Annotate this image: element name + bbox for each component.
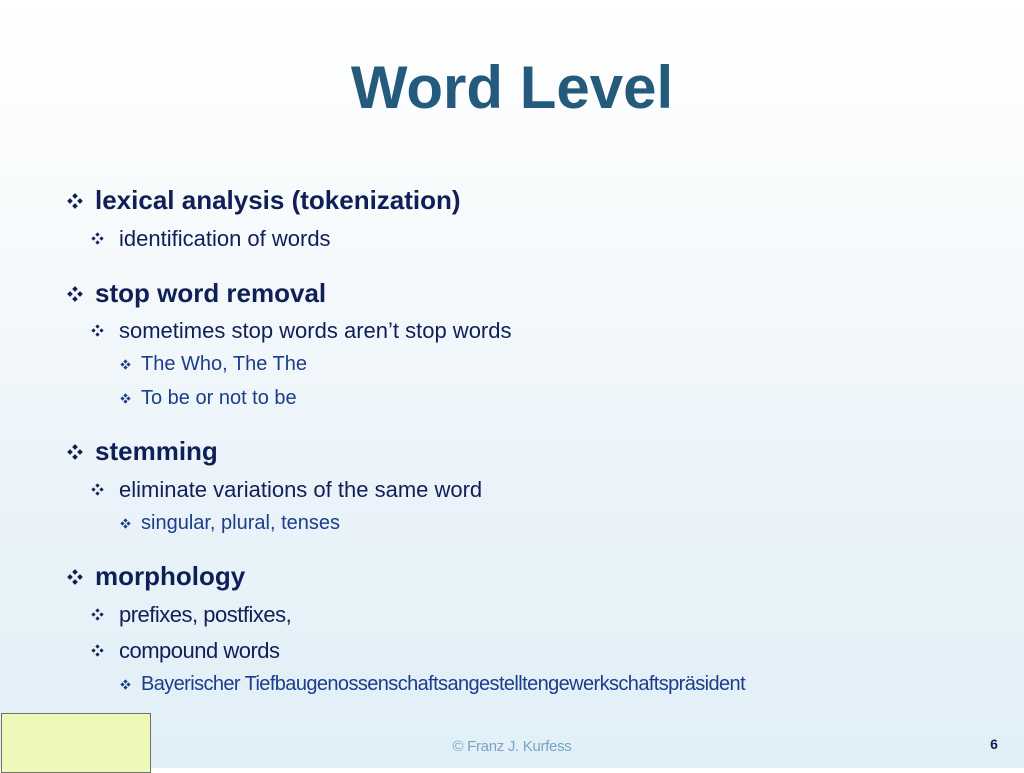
bullet-morphology: morphology	[67, 561, 246, 592]
slide-title: Word Level	[350, 54, 674, 121]
diamond-bullet-icon	[67, 568, 83, 585]
bullet-text: lexical analysis (tokenization)	[95, 185, 461, 215]
sub-bullet-prefixes-postfixes: prefixes, postfixes,	[91, 602, 292, 628]
sub-bullet-text: identification of words	[119, 226, 331, 251]
sub-sub-bullet-to-be: To be or not to be	[120, 387, 297, 410]
sub-sub-bullet-text: To be or not to be	[141, 387, 297, 409]
bullet-text: stop word removal	[95, 278, 327, 308]
sub-bullet-text: compound words	[119, 638, 280, 663]
sub-bullet-identification: identification of words	[91, 226, 331, 252]
diamond-bullet-icon	[91, 483, 104, 496]
sub-sub-bullet-text: singular, plural, tenses	[141, 512, 341, 534]
diamond-bullet-icon	[67, 192, 83, 209]
sub-bullet-compound-words: compound words	[91, 638, 280, 664]
sub-sub-bullet-text: Bayerischer Tiefbaugenossenschaftsangest…	[141, 673, 746, 695]
bullet-lexical-analysis: lexical analysis (tokenization)	[67, 185, 461, 216]
diamond-bullet-icon	[91, 232, 104, 245]
diamond-bullet-icon	[91, 324, 104, 337]
sub-sub-bullet-the-who: The Who, The The	[120, 353, 308, 376]
diamond-bullet-icon	[67, 285, 83, 302]
sub-sub-bullet-compound-example: Bayerischer Tiefbaugenossenschaftsangest…	[120, 673, 746, 696]
sub-bullet-text: sometimes stop words aren’t stop words	[119, 318, 512, 343]
bullet-text: stemming	[95, 436, 218, 466]
sub-sub-bullet-singular-plural: singular, plural, tenses	[120, 512, 341, 535]
footer-copyright: © Franz J. Kurfess	[452, 738, 572, 755]
diamond-bullet-icon	[120, 517, 131, 529]
bullet-stemming: stemming	[67, 436, 218, 467]
page-number: 6	[990, 736, 998, 752]
sub-bullet-sometimes-stop-words: sometimes stop words aren’t stop words	[91, 318, 512, 344]
sub-bullet-eliminate-variations: eliminate variations of the same word	[91, 477, 483, 503]
sub-bullet-text: eliminate variations of the same word	[119, 477, 483, 502]
diamond-bullet-icon	[120, 392, 131, 404]
bullet-text: morphology	[95, 561, 246, 591]
diamond-bullet-icon	[120, 358, 131, 370]
sub-bullet-text: prefixes, postfixes,	[119, 602, 292, 627]
bullet-stop-word-removal: stop word removal	[67, 278, 327, 309]
diamond-bullet-icon	[91, 608, 104, 621]
diamond-bullet-icon	[120, 678, 131, 690]
diamond-bullet-icon	[91, 644, 104, 657]
diamond-bullet-icon	[67, 443, 83, 460]
sub-sub-bullet-text: The Who, The The	[141, 353, 308, 375]
